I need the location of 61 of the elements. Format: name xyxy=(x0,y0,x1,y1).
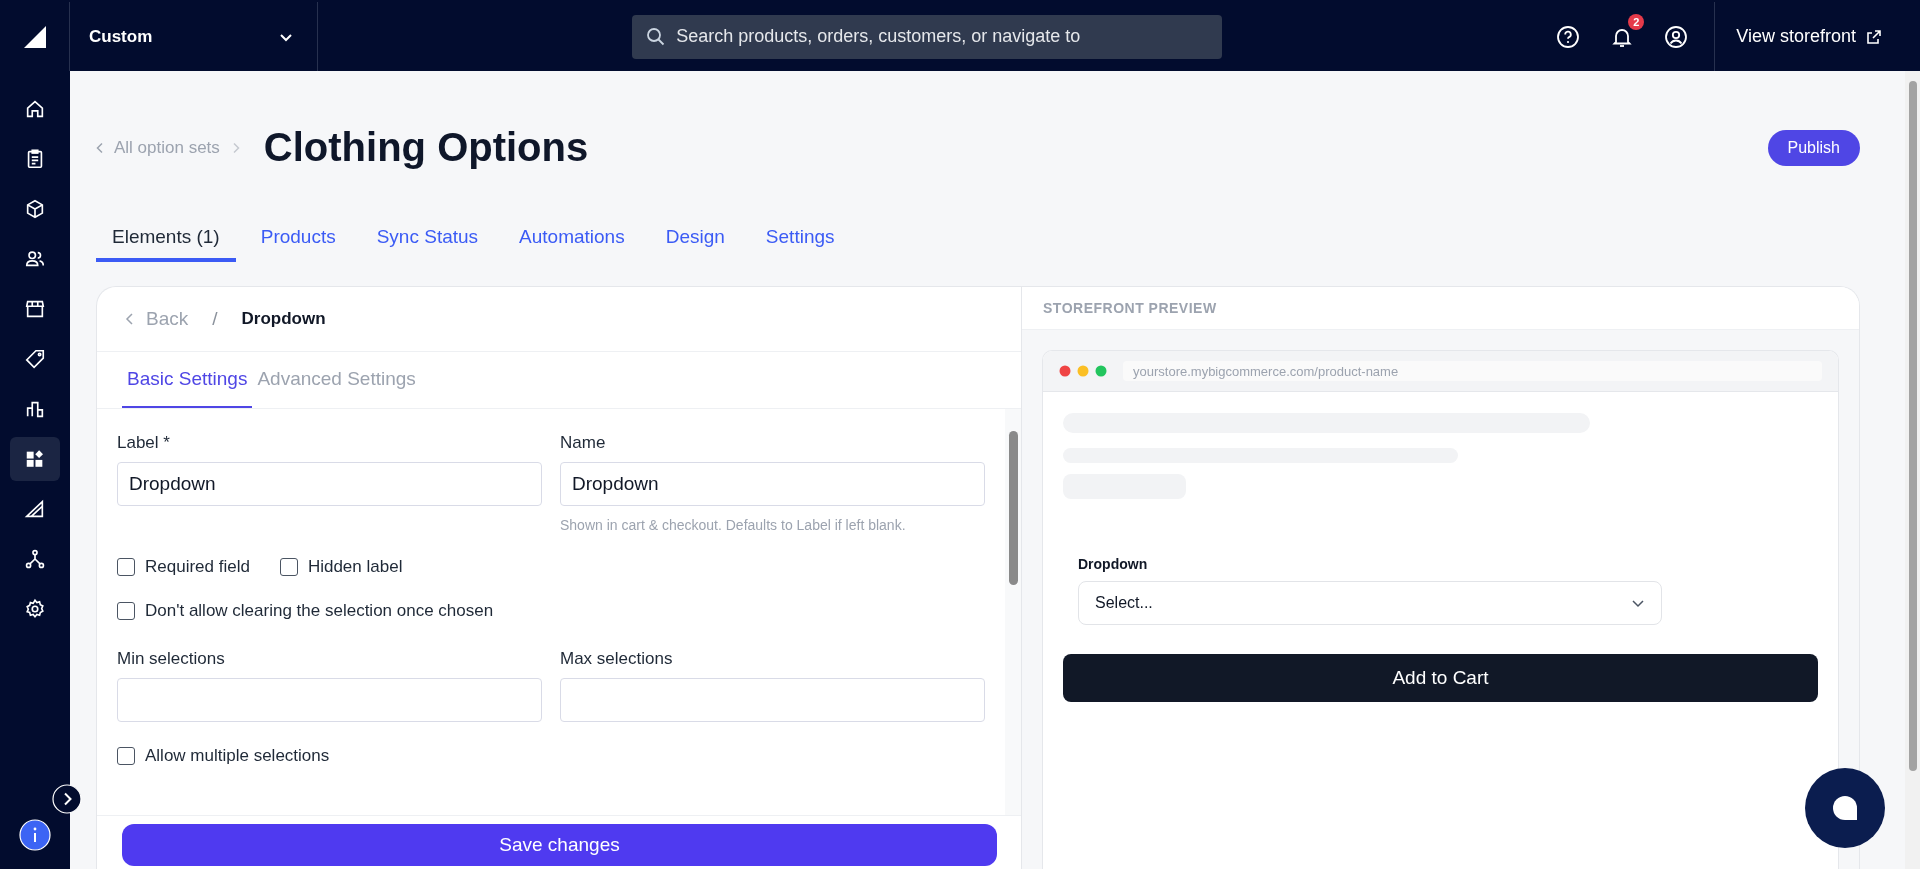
search-icon xyxy=(646,26,667,47)
field-hint: Shown in cart & checkout. Defaults to Label if left blank. xyxy=(560,517,907,533)
tab[interactable]: Products xyxy=(244,220,352,262)
current-element-title: Dropdown xyxy=(241,309,326,329)
tab[interactable]: Settings xyxy=(749,220,851,262)
tab[interactable]: Design xyxy=(649,220,741,262)
sidebar-item[interactable] xyxy=(10,437,60,481)
storefront-icon xyxy=(24,298,46,320)
dropdown-label: Dropdown xyxy=(1078,556,1149,572)
checkbox[interactable] xyxy=(117,558,135,576)
widgets-icon xyxy=(24,448,46,470)
home-icon xyxy=(24,98,46,120)
store-selector[interactable]: Custom xyxy=(70,2,318,71)
checkbox[interactable] xyxy=(117,602,135,620)
checkbox-label: Hidden label xyxy=(307,557,403,577)
user-icon[interactable] xyxy=(1664,24,1689,49)
field-label: Name xyxy=(560,433,607,453)
tab[interactable]: Sync Status xyxy=(360,220,495,262)
checkbox-label: Don't allow clearing the selection once chosen xyxy=(145,601,494,621)
checkbox-label: Allow multiple selections xyxy=(145,746,330,766)
breadcrumb-separator: / xyxy=(212,308,218,330)
add-to-cart-button[interactable]: Add to Cart xyxy=(1063,654,1818,702)
chat-bubble-icon[interactable] xyxy=(1805,768,1885,848)
checkbox[interactable] xyxy=(279,558,298,576)
tag-icon xyxy=(24,348,46,370)
info-icon[interactable] xyxy=(19,819,51,851)
page-title: Clothing Options xyxy=(263,125,589,170)
subtab[interactable]: Basic Settings xyxy=(122,352,253,408)
scrollbar[interactable] xyxy=(1005,409,1021,815)
triangle-ruler-icon xyxy=(24,498,46,520)
network-icon xyxy=(24,548,46,570)
chevron-left-icon xyxy=(125,312,134,326)
help-icon[interactable] xyxy=(1556,24,1581,49)
page-scrollbar[interactable] xyxy=(1905,71,1920,869)
view-storefront-link[interactable]: View storefront xyxy=(1714,2,1920,71)
input-field[interactable] xyxy=(560,678,985,722)
notification-badge: 2 xyxy=(1628,13,1645,30)
input-field[interactable] xyxy=(117,678,542,722)
window-dots-icon xyxy=(1059,365,1107,377)
input-field[interactable]: Dropdown xyxy=(117,462,542,506)
chevron-right-icon xyxy=(231,141,240,154)
checkbox-label: Required field xyxy=(145,557,250,577)
field-label: Min selections xyxy=(117,649,226,669)
external-link-icon xyxy=(1866,28,1882,45)
cube-icon xyxy=(24,198,46,220)
publish-button[interactable]: Publish xyxy=(1767,129,1860,166)
search-field[interactable]: Search products, orders, customers, or navigate to xyxy=(632,14,1223,59)
chevron-left-icon xyxy=(96,141,104,154)
tab[interactable]: Elements (1) xyxy=(96,220,236,262)
url-bar: yourstore.mybigcommerce.com/product-name xyxy=(1123,361,1822,381)
checkbox[interactable] xyxy=(117,747,135,765)
search-input[interactable]: Search products, orders, customers, or navigate to xyxy=(674,25,1209,48)
tab[interactable]: Automations xyxy=(503,220,641,262)
select-dropdown[interactable]: Select... xyxy=(1078,581,1662,625)
expand-sidebar-icon[interactable] xyxy=(52,784,82,814)
settings-icon xyxy=(24,598,46,620)
save-changes-button[interactable]: Save changes xyxy=(122,824,997,866)
preview-heading: STOREFRONT PREVIEW xyxy=(1043,300,1217,316)
input-field[interactable]: Dropdown xyxy=(560,462,985,506)
field-label: Label * xyxy=(117,433,171,453)
field-label: Max selections xyxy=(560,649,674,669)
